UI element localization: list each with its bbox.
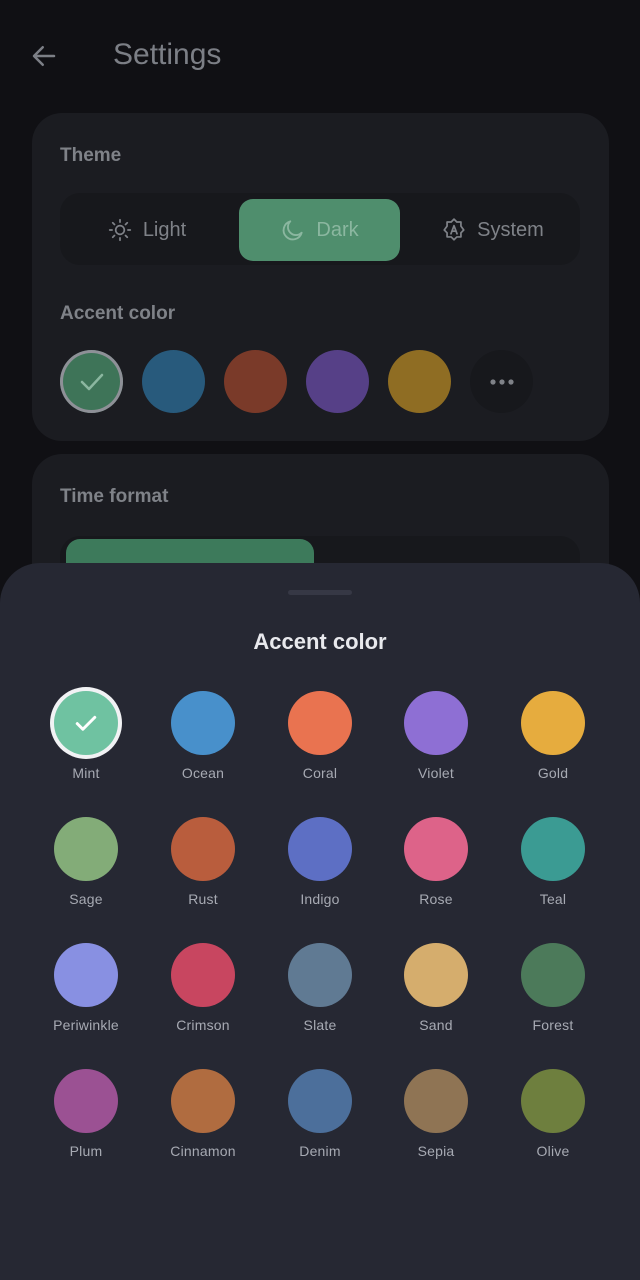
- page-title: Settings: [113, 38, 222, 71]
- accent-swatch[interactable]: [60, 350, 123, 413]
- color-option-slate[interactable]: Slate: [260, 943, 380, 1053]
- theme-segmented-control: Light Dark System: [60, 193, 580, 265]
- theme-option-dark[interactable]: Dark: [239, 199, 400, 261]
- accent-swatch[interactable]: [224, 350, 287, 413]
- more-colors-button[interactable]: [470, 350, 533, 413]
- accent-color-sheet: Accent color Mint Ocean Coral Violet Gold Sag…: [0, 563, 640, 1280]
- color-swatch: [288, 691, 352, 755]
- color-label: Cinnamon: [170, 1143, 236, 1159]
- arrow-back-icon: [32, 46, 56, 66]
- color-label: Coral: [302, 765, 338, 781]
- color-option-teal[interactable]: Teal: [493, 817, 613, 927]
- color-option-mint[interactable]: Mint: [26, 691, 146, 801]
- color-swatch: [404, 817, 468, 881]
- color-option-periwinkle[interactable]: Periwinkle: [26, 943, 146, 1053]
- accent-swatch[interactable]: [388, 350, 451, 413]
- color-swatch: [521, 691, 585, 755]
- accent-swatch[interactable]: [306, 350, 369, 413]
- theme-option-label: System: [477, 218, 544, 241]
- color-label: Sage: [69, 891, 103, 907]
- color-swatch: [288, 817, 352, 881]
- color-option-coral[interactable]: Coral: [260, 691, 380, 801]
- color-label: Indigo: [300, 891, 340, 907]
- color-swatch: [171, 943, 235, 1007]
- color-swatch: [521, 943, 585, 1007]
- color-option-indigo[interactable]: Indigo: [260, 817, 380, 927]
- color-label: Teal: [539, 891, 567, 907]
- color-label: Sand: [419, 1017, 453, 1033]
- more-horizontal-icon: [489, 378, 514, 385]
- color-swatch: [288, 943, 352, 1007]
- theme-title: Theme: [60, 145, 122, 166]
- accent-color-title: Accent color: [60, 303, 176, 324]
- color-label: Olive: [536, 1143, 570, 1159]
- moon-icon: [283, 220, 303, 241]
- color-swatch: [404, 691, 468, 755]
- drag-handle[interactable]: [288, 590, 352, 595]
- theme-option-label: Dark: [316, 218, 359, 241]
- color-label: Mint: [72, 765, 100, 781]
- color-label: Denim: [299, 1143, 341, 1159]
- app-bar: Settings: [0, 0, 640, 112]
- auto-mode-icon: [443, 218, 465, 241]
- theme-card: Theme Light Dark System Accent color: [32, 113, 609, 441]
- color-option-violet[interactable]: Violet: [376, 691, 496, 801]
- color-label: Plum: [69, 1143, 103, 1159]
- color-swatch: [171, 817, 235, 881]
- color-swatch: [521, 1069, 585, 1133]
- check-icon: [75, 715, 97, 731]
- color-label: Rose: [419, 891, 453, 907]
- time-format-title: Time format: [60, 486, 169, 507]
- color-option-denim[interactable]: Denim: [260, 1069, 380, 1179]
- color-swatch: [288, 1069, 352, 1133]
- color-option-forest[interactable]: Forest: [493, 943, 613, 1053]
- theme-option-label: Light: [142, 218, 187, 241]
- color-swatch: [54, 1069, 118, 1133]
- color-swatch: [171, 1069, 235, 1133]
- color-swatch: [521, 817, 585, 881]
- color-label: Crimson: [176, 1017, 230, 1033]
- color-swatch: [171, 691, 235, 755]
- theme-option-light[interactable]: Light: [66, 199, 227, 261]
- color-label: Ocean: [181, 765, 225, 781]
- color-option-rose[interactable]: Rose: [376, 817, 496, 927]
- accent-swatch[interactable]: [142, 350, 205, 413]
- color-swatch: [404, 1069, 468, 1133]
- color-label: Slate: [303, 1017, 337, 1033]
- theme-option-system[interactable]: System: [412, 199, 573, 261]
- color-option-sand[interactable]: Sand: [376, 943, 496, 1053]
- color-swatch: [54, 691, 118, 755]
- settings-screen: Settings Theme Light Dark System Accent …: [0, 0, 640, 1280]
- color-option-crimson[interactable]: Crimson: [143, 943, 263, 1053]
- sun-icon: [108, 218, 131, 242]
- color-option-sepia[interactable]: Sepia: [376, 1069, 496, 1179]
- color-label: Rust: [188, 891, 218, 907]
- color-label: Periwinkle: [53, 1017, 119, 1033]
- color-label: Sepia: [417, 1143, 455, 1159]
- color-swatch: [54, 943, 118, 1007]
- color-option-sage[interactable]: Sage: [26, 817, 146, 927]
- accent-swatch-row: [60, 350, 580, 414]
- color-label: Violet: [418, 765, 454, 781]
- color-option-rust[interactable]: Rust: [143, 817, 263, 927]
- color-option-olive[interactable]: Olive: [493, 1069, 613, 1179]
- back-button[interactable]: [24, 36, 64, 76]
- color-swatch: [54, 817, 118, 881]
- color-swatch: [404, 943, 468, 1007]
- color-option-gold[interactable]: Gold: [493, 691, 613, 801]
- color-option-plum[interactable]: Plum: [26, 1069, 146, 1179]
- color-label: Gold: [537, 765, 569, 781]
- color-option-ocean[interactable]: Ocean: [143, 691, 263, 801]
- check-icon: [80, 373, 104, 391]
- sheet-title: Accent color: [253, 629, 387, 654]
- color-option-cinnamon[interactable]: Cinnamon: [143, 1069, 263, 1179]
- color-label: Forest: [532, 1017, 574, 1033]
